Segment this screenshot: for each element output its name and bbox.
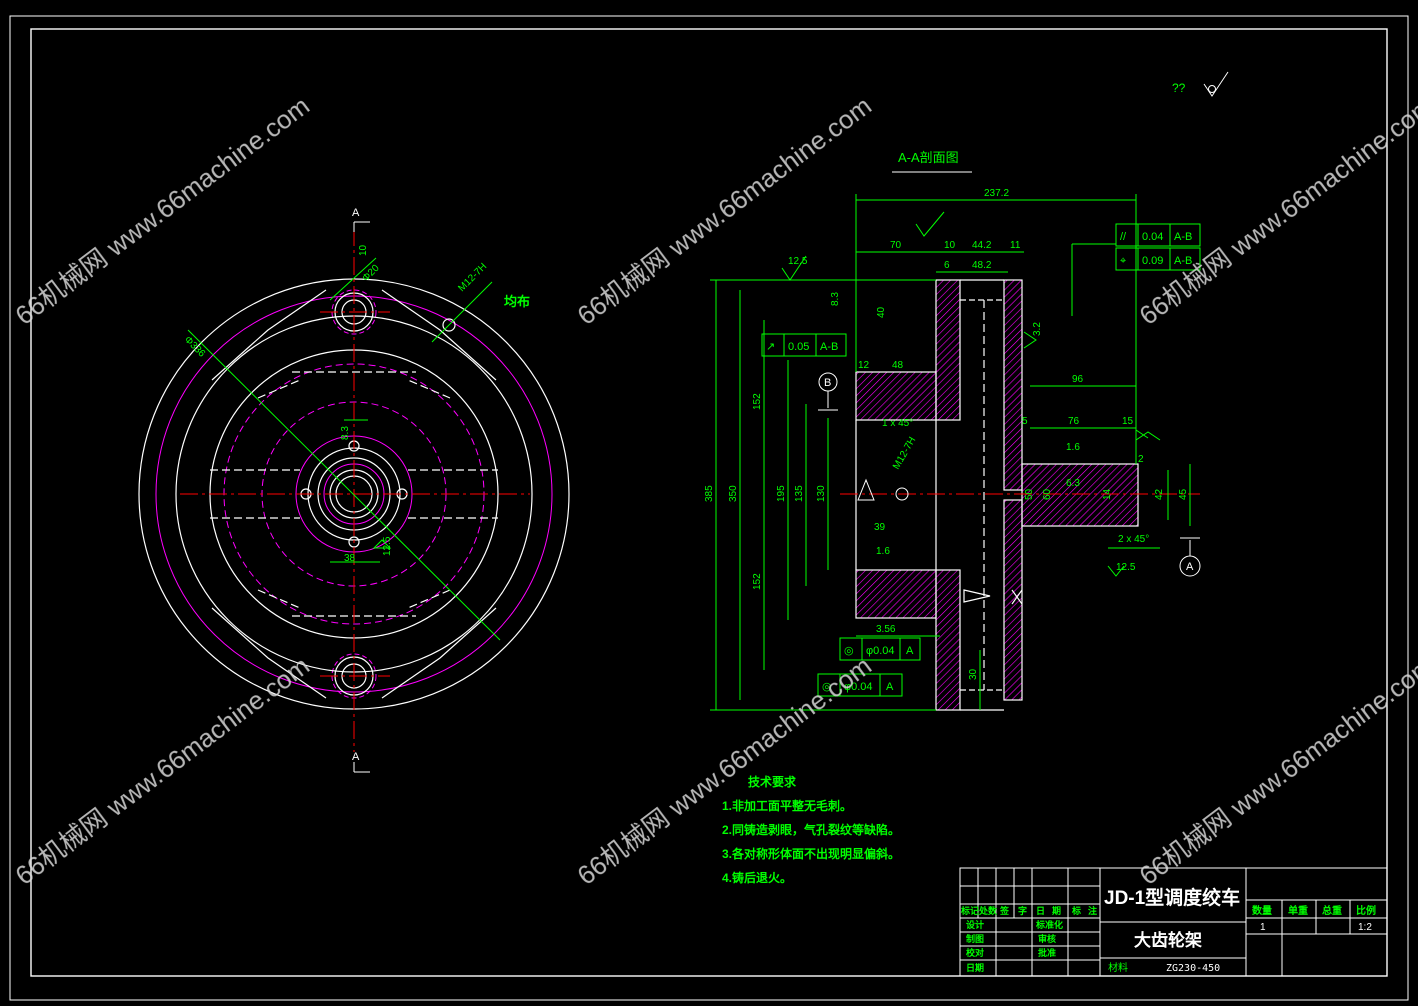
tech-req-title: 技术要求: [748, 774, 797, 789]
tol-3-value: 0.05: [788, 341, 809, 353]
dim-76: 76: [1068, 416, 1080, 427]
tol-4-datum: A: [906, 645, 914, 657]
dim-15: 15: [1122, 416, 1134, 427]
title-product: JD-1型调度绞车: [1104, 886, 1240, 909]
role-standardization: 标准化: [1035, 919, 1063, 930]
tol-1-datum: A-B: [1174, 231, 1192, 243]
rev-hdr-1: 标记: [960, 905, 979, 916]
dim-vert-350: 350: [728, 485, 739, 502]
tech-req-item-2: 2.同铸造剥眼，气孔裂纹等缺陷。: [722, 822, 900, 837]
role-checking: 校对: [966, 947, 984, 958]
dim-chamfer-2x45: 2 x 45°: [1118, 534, 1149, 545]
tech-req-item-3: 3.各对称形体面不出现明显偏斜。: [722, 846, 900, 861]
dim-hub-48: 48: [892, 360, 904, 371]
dim-hub-12: 12: [858, 360, 870, 371]
tol-1-value: 0.04: [1142, 231, 1163, 243]
datum-a-symbol: A: [1186, 561, 1194, 573]
dim-chamfer-1x45: 1 x 45°: [882, 418, 913, 429]
value-scale: 1:2: [1358, 922, 1372, 933]
role-approval: 批准: [1038, 947, 1056, 958]
dim-vert-152-lower: 152: [752, 573, 763, 590]
cad-drawing-canvas: ?? Φ336 Φ20 M12-7H 38 8.3 12.5 10 均布 A A…: [0, 0, 1418, 1006]
tol-2-symbol: ⌖: [1120, 255, 1126, 267]
rough-3-2-face: 3.2: [1032, 322, 1043, 336]
role-drafting: 制图: [966, 933, 984, 944]
rev-hdr-5: 日: [1036, 906, 1045, 916]
dim-vert-385: 385: [704, 485, 715, 502]
dim-8-3: 8.3: [340, 426, 351, 440]
rough-12-5: 12.5: [382, 536, 393, 556]
section-title: A-A剖面图: [898, 150, 959, 165]
dim-8-3: 8.3: [830, 292, 841, 306]
dim-top-70: 70: [890, 240, 902, 251]
dim-top-44-2: 44.2: [972, 240, 992, 251]
dim-40: 40: [876, 306, 887, 318]
dim-top-11: 11: [1010, 240, 1021, 251]
rev-hdr-3: 签: [999, 905, 1010, 916]
dim-96: 96: [1072, 374, 1084, 385]
dim-39: 39: [874, 522, 886, 533]
dim-vert-130: 130: [816, 485, 827, 502]
rough-1-6-bore: 1.6: [876, 546, 890, 557]
tol-1-symbol: //: [1120, 231, 1127, 243]
dim-2: 2: [1138, 454, 1144, 465]
dim-shaft-45: 45: [1178, 488, 1189, 500]
role-review: 审核: [1038, 933, 1056, 944]
rough-1-6-shaft: 1.6: [1066, 442, 1080, 453]
rev-hdr-8: 注: [1088, 905, 1097, 916]
dim-3-56: 3.56: [876, 624, 896, 635]
tol-2-value: 0.09: [1142, 255, 1163, 267]
rough-10: 10: [358, 244, 369, 256]
tol-3-datum: A-B: [820, 341, 838, 353]
dim-vert-135: 135: [794, 485, 805, 502]
section-marker-top: A: [352, 207, 360, 219]
surface-finish-text: ??: [1172, 81, 1186, 95]
tol-5-datum: A: [886, 681, 894, 693]
title-part-name: 大齿轮架: [1134, 930, 1202, 950]
dim-14: 14: [1102, 488, 1113, 500]
hdr-unit-weight: 单重: [1288, 904, 1308, 917]
annotation-evenly-distributed: 均布: [504, 294, 530, 309]
value-quantity: 1: [1260, 922, 1266, 933]
hdr-total-weight: 总重: [1322, 904, 1342, 917]
dim-5: 5: [1022, 416, 1028, 427]
dim-shaft-50: 50: [1024, 488, 1035, 500]
title-material-label: 材料: [1108, 961, 1128, 974]
dim-shaft-60: 60: [1042, 488, 1053, 500]
dim-overall-length: 237.2: [984, 188, 1009, 199]
tech-req-item-4: 4.铸后退火。: [722, 870, 792, 885]
rev-hdr-2: 处数: [978, 905, 998, 916]
title-material: ZG230-450: [1166, 963, 1220, 974]
dim-top-48-2: 48.2: [972, 260, 992, 271]
dim-38: 38: [344, 553, 356, 564]
rev-hdr-7: 标: [1071, 905, 1081, 916]
tol-4-value: φ0.04: [866, 645, 895, 657]
hdr-quantity: 数量: [1252, 904, 1272, 917]
rough-12-5-chamfer: 12.5: [1116, 562, 1136, 573]
dim-small-6: 6: [944, 260, 950, 271]
role-design: 设计: [966, 919, 984, 930]
section-marker-bottom: A: [352, 751, 360, 763]
tech-req-item-1: 1.非加工面平整无毛刺。: [722, 798, 852, 813]
rev-hdr-6: 期: [1052, 905, 1061, 916]
rev-hdr-4: 字: [1018, 905, 1027, 916]
dim-vert-195: 195: [776, 485, 787, 502]
datum-b-symbol: B: [824, 377, 831, 389]
tol-3-symbol: ↗: [766, 341, 775, 353]
role-date: 日期: [966, 962, 984, 973]
dim-30: 30: [968, 668, 979, 680]
dim-shaft-42: 42: [1154, 488, 1165, 500]
hdr-scale: 比例: [1356, 904, 1376, 917]
dim-top-10: 10: [944, 240, 956, 251]
dim-vert-152-upper: 152: [752, 393, 763, 410]
rough-6-3-hub: 6.3: [1066, 478, 1080, 489]
